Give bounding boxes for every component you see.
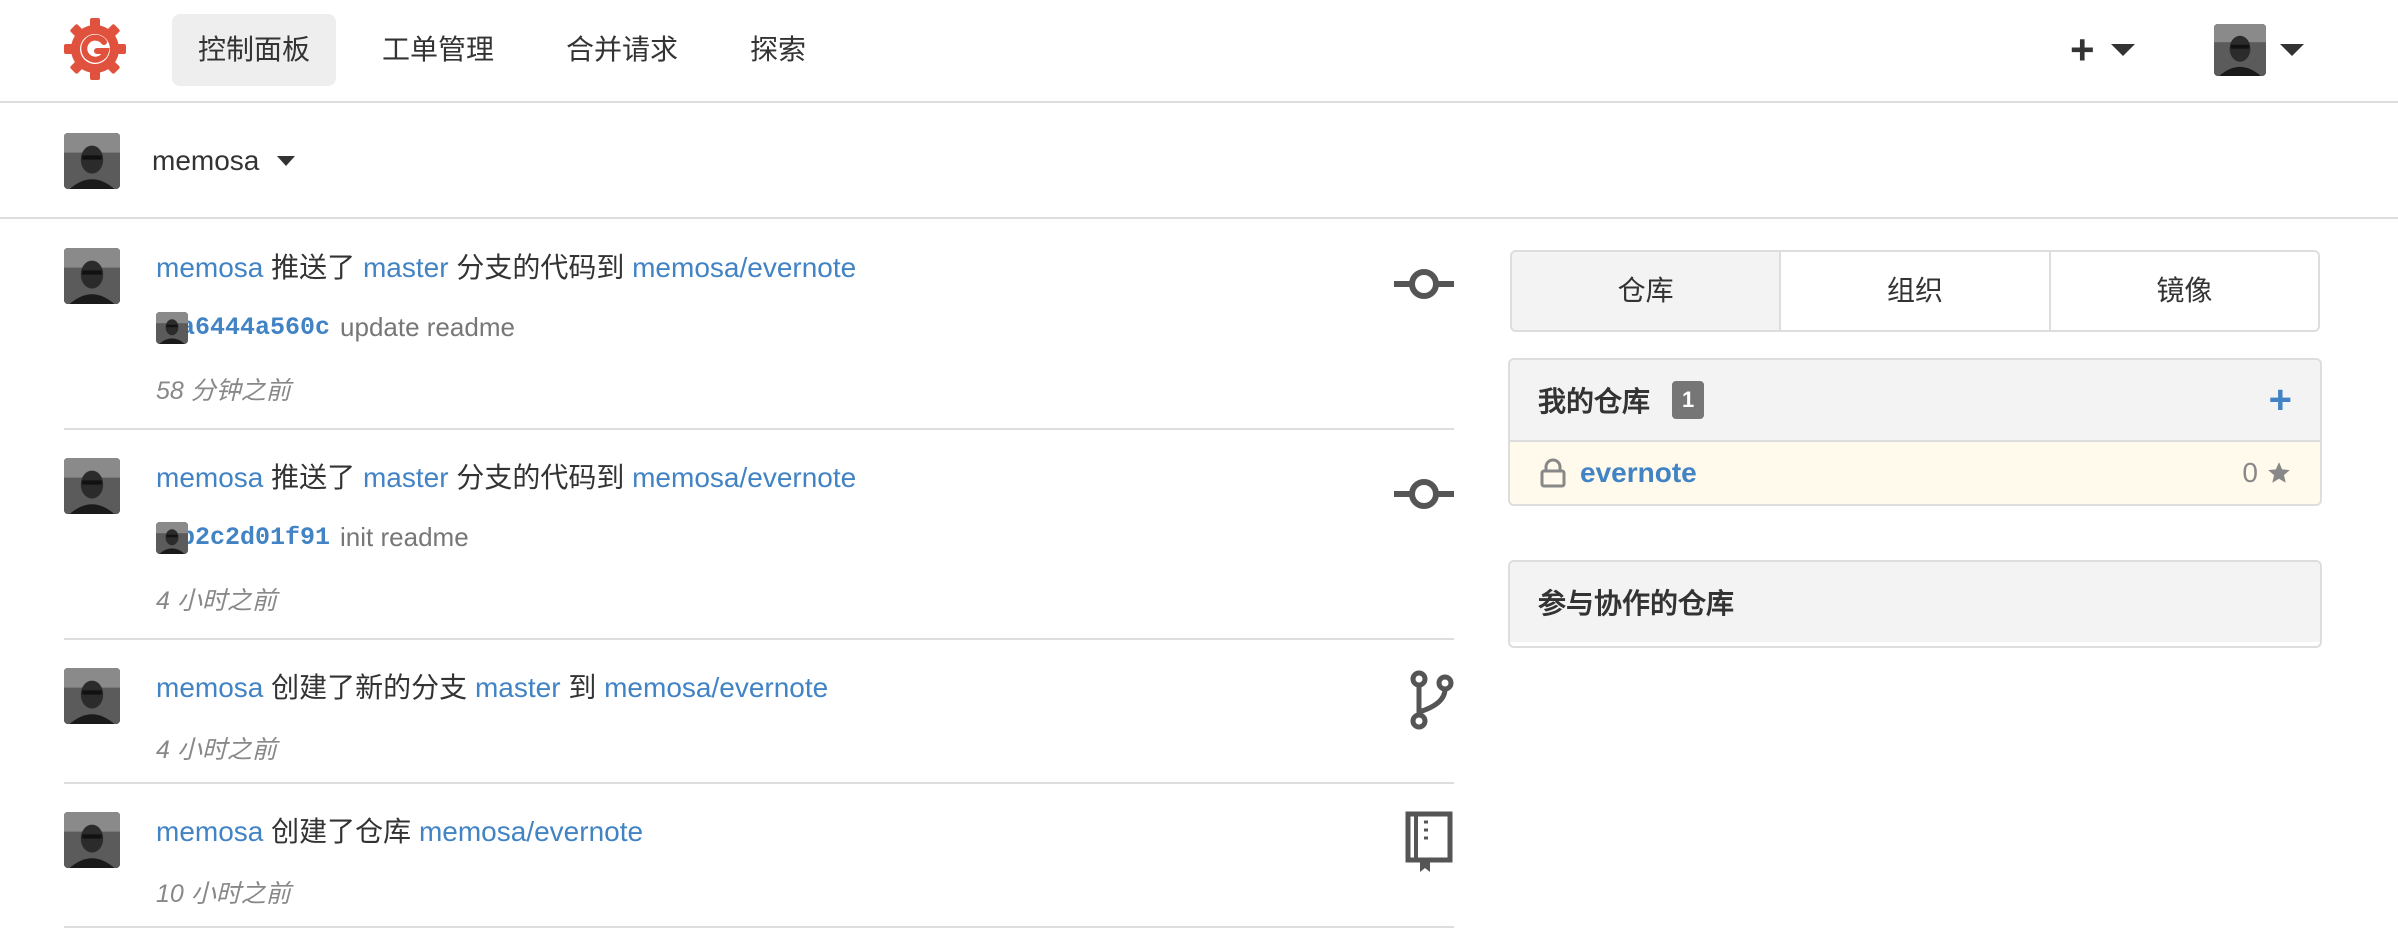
my-repos-title: 我的仓库 (1538, 386, 1651, 417)
repo-icon (1405, 811, 1453, 872)
feed-branch-link[interactable]: master (363, 462, 449, 493)
repo-star-count: 0 (2242, 457, 2292, 489)
feed-verb: 推送了 (271, 252, 356, 283)
caret-down-icon (277, 156, 296, 166)
feed-branch-link[interactable]: master (475, 672, 561, 703)
avatar[interactable] (64, 668, 120, 724)
commit-message: init readme (340, 522, 469, 552)
avatar[interactable] (64, 458, 120, 514)
my-repos-header: 我的仓库 1 + (1510, 360, 2320, 440)
feed-item-title: memosa 推送了 master 分支的代码到 memosa/evernote (156, 246, 856, 286)
collab-repos-header: 参与协作的仓库 (1510, 562, 2320, 642)
avatar (156, 311, 188, 344)
activity-feed: memosa 推送了 master 分支的代码到 memosa/evernote… (64, 220, 1454, 928)
git-commit-icon (1394, 479, 1454, 509)
feed-item-title: memosa 创建了仓库 memosa/evernote (156, 810, 643, 850)
feed-verb: 到 (568, 672, 597, 703)
commit-message: update readme (340, 312, 515, 342)
context-user-dropdown[interactable]: memosa (64, 133, 296, 189)
collab-repos-title: 参与协作的仓库 (1538, 588, 1735, 619)
commit-line: b2c2d01f91 init readme (156, 521, 856, 554)
repo-list-item[interactable]: evernote 0 (1510, 440, 2320, 504)
caret-down-icon (2280, 44, 2304, 56)
star-icon (2268, 462, 2290, 483)
feed-user-link[interactable]: memosa (156, 462, 263, 493)
feed-user-link[interactable]: memosa (156, 672, 263, 703)
avatar[interactable] (64, 248, 120, 304)
feed-branch-link[interactable]: master (363, 252, 449, 283)
avatar (2214, 24, 2266, 76)
feed-verb: 创建了仓库 (271, 816, 412, 847)
avatar (156, 521, 188, 554)
tab-repositories[interactable]: 仓库 (1512, 252, 1782, 330)
git-branch-icon (1410, 670, 1454, 730)
create-new-dropdown[interactable]: + (2070, 20, 2135, 80)
feed-repo-link[interactable]: memosa/evernote (419, 816, 643, 847)
feed-item: memosa 创建了新的分支 master 到 memosa/evernote … (64, 640, 1454, 784)
gogs-logo-icon[interactable] (64, 18, 126, 80)
feed-repo-link[interactable]: memosa/evernote (632, 252, 856, 283)
feed-timestamp: 58 分钟之前 (156, 377, 291, 405)
feed-verb: 推送了 (271, 462, 356, 493)
feed-item-title: memosa 创建了新的分支 master 到 memosa/evernote (156, 666, 828, 706)
feed-user-link[interactable]: memosa (156, 816, 263, 847)
avatar (64, 133, 120, 189)
feed-timestamp: 4 小时之前 (156, 587, 277, 615)
repo-count-badge: 1 (1672, 381, 1705, 419)
nav-dashboard[interactable]: 控制面板 (172, 14, 337, 86)
feed-verb: 创建了新的分支 (271, 672, 468, 703)
star-count-value: 0 (2242, 457, 2258, 488)
commit-line: a6444a560c update readme (156, 311, 856, 344)
my-repos-box: 我的仓库 1 + evernote 0 (1508, 358, 2322, 506)
repo-name-link[interactable]: evernote (1580, 457, 1697, 489)
plus-icon: + (2070, 26, 2095, 73)
feed-item: memosa 创建了仓库 memosa/evernote 10 小时之前 (64, 784, 1454, 928)
feed-timestamp: 4 小时之前 (156, 736, 277, 764)
avatar[interactable] (64, 812, 120, 868)
context-username: memosa (152, 145, 260, 176)
feed-item: memosa 推送了 master 分支的代码到 memosa/evernote… (64, 220, 1454, 430)
caret-down-icon (2110, 44, 2135, 56)
feed-verb: 分支的代码到 (456, 252, 625, 283)
feed-repo-link[interactable]: memosa/evernote (604, 672, 828, 703)
feed-timestamp: 10 小时之前 (156, 880, 291, 908)
feed-item-title: memosa 推送了 master 分支的代码到 memosa/evernote (156, 456, 856, 496)
user-menu-dropdown[interactable] (2214, 24, 2304, 76)
add-repo-button[interactable]: + (2269, 380, 2292, 420)
nav-issues[interactable]: 工单管理 (356, 14, 520, 86)
nav-pull-requests[interactable]: 合并请求 (540, 14, 704, 86)
git-commit-icon (1394, 269, 1454, 299)
feed-verb: 分支的代码到 (456, 462, 625, 493)
feed-item: memosa 推送了 master 分支的代码到 memosa/evernote… (64, 430, 1454, 640)
top-navbar: 控制面板 工单管理 合并请求 探索 + (0, 0, 2398, 103)
context-switcher-bar: memosa (0, 103, 2398, 219)
lock-icon (1540, 458, 1566, 488)
repo-tabs: 仓库 组织 镜像 (1510, 250, 2320, 332)
nav-explore[interactable]: 探索 (724, 14, 832, 86)
feed-repo-link[interactable]: memosa/evernote (632, 462, 856, 493)
feed-user-link[interactable]: memosa (156, 252, 263, 283)
commit-sha-link[interactable]: b2c2d01f91 (180, 523, 330, 552)
commit-sha-link[interactable]: a6444a560c (180, 313, 330, 342)
collab-repos-box: 参与协作的仓库 (1508, 560, 2322, 648)
tab-organizations[interactable]: 组织 (1781, 252, 2051, 330)
tab-mirrors[interactable]: 镜像 (2050, 252, 2318, 330)
